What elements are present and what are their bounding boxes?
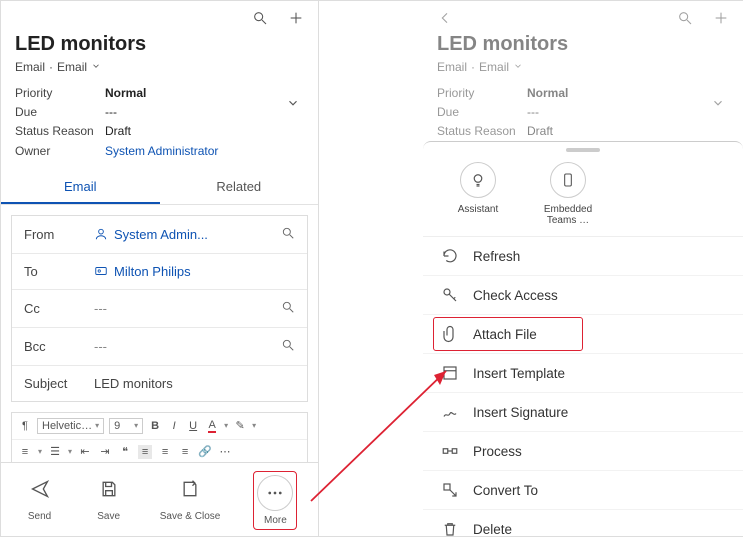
- bold-icon[interactable]: B: [148, 419, 162, 433]
- search-icon[interactable]: [677, 10, 693, 26]
- send-button[interactable]: Send: [22, 471, 58, 530]
- add-icon[interactable]: [288, 10, 304, 26]
- back-icon[interactable]: [437, 10, 453, 26]
- save-close-button[interactable]: Save & Close: [160, 471, 221, 530]
- chevron-down-icon: [91, 60, 101, 74]
- font-select[interactable]: Helvetic…▾: [37, 418, 104, 434]
- align-center-icon[interactable]: ≡: [158, 445, 172, 459]
- from-row[interactable]: From System Admin...: [12, 216, 307, 254]
- italic-icon[interactable]: I: [167, 419, 181, 433]
- align-right-icon[interactable]: ≡: [178, 445, 192, 459]
- tab-related[interactable]: Related: [160, 169, 319, 204]
- contact-card-icon: [94, 264, 108, 278]
- entity-type[interactable]: Email · Email: [15, 60, 304, 74]
- page-title: LED monitors: [437, 33, 729, 56]
- numbered-list-icon[interactable]: ☰: [48, 445, 62, 459]
- tab-email[interactable]: Email: [1, 169, 160, 204]
- email-form: From System Admin... To Milton Philips C…: [11, 215, 308, 402]
- link-icon[interactable]: 🔗: [198, 445, 212, 459]
- menu-insert-template[interactable]: Insert Template: [423, 354, 743, 393]
- signature-icon: [441, 403, 459, 421]
- trash-icon: [441, 520, 459, 536]
- save-button[interactable]: Save: [91, 471, 127, 530]
- highlight-icon[interactable]: ✎: [233, 419, 247, 433]
- assistant-button[interactable]: Assistant: [447, 162, 509, 226]
- key-icon: [441, 286, 459, 304]
- expand-chevron-icon[interactable]: [286, 96, 300, 113]
- cc-row[interactable]: Cc ---: [12, 290, 307, 328]
- title-block: LED monitors Email · Email: [1, 29, 318, 80]
- search-icon[interactable]: [281, 226, 295, 243]
- sheet-top-row: Assistant Embedded Teams …: [423, 156, 743, 237]
- person-icon: [94, 227, 108, 241]
- entity-type[interactable]: Email·Email: [437, 60, 729, 74]
- menu-convert-to[interactable]: Convert To: [423, 471, 743, 510]
- menu-delete[interactable]: Delete: [423, 510, 743, 536]
- menu-list: Refresh Check Access Attach File Insert …: [423, 237, 743, 536]
- quote-icon[interactable]: ❝: [118, 445, 132, 459]
- more-button[interactable]: More: [257, 475, 293, 526]
- action-sheet: Assistant Embedded Teams … Refresh Check…: [423, 141, 743, 536]
- menu-refresh[interactable]: Refresh: [423, 237, 743, 276]
- teams-button[interactable]: Embedded Teams …: [537, 162, 599, 226]
- process-icon: [441, 442, 459, 460]
- convert-icon: [441, 481, 459, 499]
- outdent-icon[interactable]: ⇤: [78, 445, 92, 459]
- paragraph-icon[interactable]: ¶: [18, 419, 32, 433]
- menu-check-access[interactable]: Check Access: [423, 276, 743, 315]
- to-row[interactable]: To Milton Philips: [12, 254, 307, 290]
- details-block: PriorityNormal Due--- Status ReasonDraft…: [1, 80, 318, 163]
- menu-process[interactable]: Process: [423, 432, 743, 471]
- list-icon[interactable]: ≡: [18, 445, 32, 459]
- owner-link[interactable]: System Administrator: [105, 142, 218, 161]
- attach-icon: [441, 325, 459, 343]
- menu-insert-signature[interactable]: Insert Signature: [423, 393, 743, 432]
- right-pane: LED monitors Email·Email PriorityNormal …: [423, 1, 743, 536]
- topbar: [423, 1, 743, 29]
- tab-bar: Email Related: [1, 169, 318, 205]
- text-color-icon[interactable]: A: [205, 419, 219, 433]
- search-icon[interactable]: [252, 10, 268, 26]
- template-icon: [441, 364, 459, 382]
- search-icon[interactable]: [281, 338, 295, 355]
- indent-icon[interactable]: ⇥: [98, 445, 112, 459]
- add-icon[interactable]: [713, 10, 729, 26]
- refresh-icon: [441, 247, 459, 265]
- search-icon[interactable]: [281, 300, 295, 317]
- bcc-row[interactable]: Bcc ---: [12, 328, 307, 366]
- size-select[interactable]: 9▾: [109, 418, 143, 434]
- left-pane: LED monitors Email · Email PriorityNorma…: [1, 1, 319, 536]
- more-button-highlight: More: [253, 471, 297, 530]
- subject-row[interactable]: Subject LED monitors: [12, 366, 307, 401]
- action-bar: Send Save Save & Close More: [1, 462, 318, 536]
- menu-attach-file[interactable]: Attach File: [423, 315, 743, 354]
- align-left-icon[interactable]: ≡: [138, 445, 152, 459]
- topbar: [1, 1, 318, 29]
- page-title: LED monitors: [15, 33, 304, 56]
- drag-handle[interactable]: [566, 148, 600, 152]
- underline-icon[interactable]: U: [186, 419, 200, 433]
- editor-toolbar: ¶ Helvetic…▾ 9▾ B I U A▾ ✎▾ ≡▾ ☰▾ ⇤ ⇥ ❝ …: [11, 412, 308, 465]
- more-format-icon[interactable]: ⋯: [218, 445, 232, 459]
